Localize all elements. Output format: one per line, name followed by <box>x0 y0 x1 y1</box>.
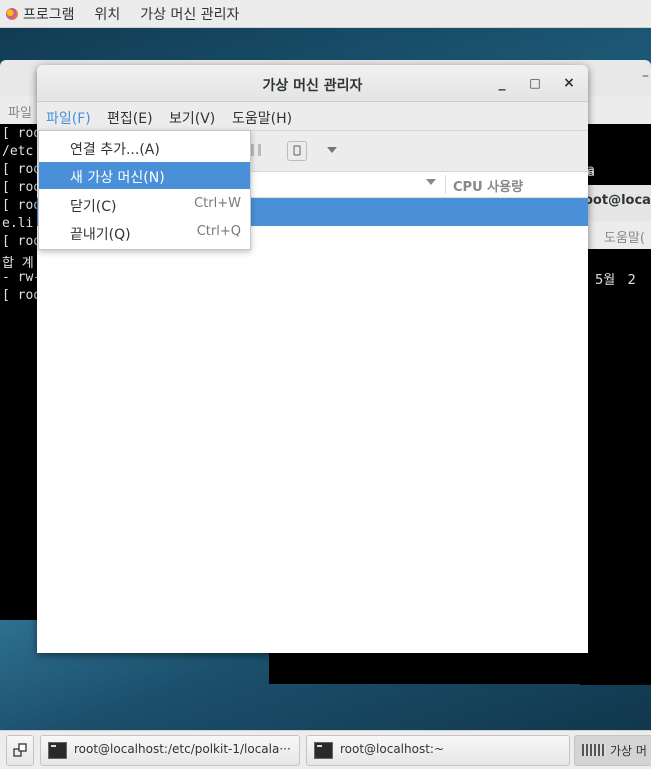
menu-item-label: 새 가상 머신(N) <box>70 170 165 186</box>
menu-item-label: 닫기(C) <box>70 199 117 215</box>
applications-icon <box>6 7 18 20</box>
taskbar-item-polkit-terminal[interactable]: root@localhost:/etc/polkit-1/locala··· <box>40 735 300 766</box>
menu-item-shortcut: Ctrl+Q <box>196 224 241 239</box>
menu-item-new-vm[interactable]: 새 가상 머신(N) <box>39 162 250 189</box>
rt-terminal-area[interactable]: 5월 2 <box>580 249 651 685</box>
applications-label: 프로그램 <box>23 6 75 23</box>
terminal-icon <box>314 742 333 759</box>
window-titlebar[interactable]: 가상 머신 관리자 _ □ × <box>37 65 588 102</box>
bg-minimize-icon[interactable]: – <box>642 68 649 84</box>
file-menu-dropdown: 연결 추가...(A) 새 가상 머신(N) 닫기(C) Ctrl+W 끝내기(… <box>38 130 251 250</box>
taskbar-item-home-terminal[interactable]: root@localhost:~ <box>306 735 570 766</box>
terminal-icon <box>48 742 67 759</box>
top-panel: 프로그램 위치 가상 머신 관리자 <box>0 0 651 28</box>
menu-item-shortcut: Ctrl+W <box>194 196 241 211</box>
show-desktop-icon <box>13 743 27 757</box>
menu-view[interactable]: 보기(V) <box>169 108 215 128</box>
menu-item-close[interactable]: 닫기(C) Ctrl+W <box>39 191 250 218</box>
terminal-line: [ roo <box>2 180 42 195</box>
sort-arrow-icon[interactable] <box>426 179 436 185</box>
rt-line-a-visible: a <box>587 163 595 178</box>
rt-title: oot@local <box>584 193 651 208</box>
terminal-line: [ roo <box>2 162 42 177</box>
second-terminal-window: a oot@local 도움말( 5월 2 <box>580 165 651 685</box>
rt-menubar: 도움말( <box>580 221 651 249</box>
terminal-line: [ roo <box>2 126 42 141</box>
terminal-line: /etc <box>2 144 34 159</box>
menubar: 파일(F) 편집(E) 보기(V) 도움말(H) <box>37 102 588 132</box>
taskbar: root@localhost:/etc/polkit-1/locala··· r… <box>0 730 651 769</box>
taskbar-item-label: 가상 머 <box>610 744 647 758</box>
menu-file[interactable]: 파일(F) <box>45 108 92 132</box>
menu-edit[interactable]: 편집(E) <box>107 108 153 128</box>
rt-line-date: 5월 2 <box>595 273 636 288</box>
menu-help[interactable]: 도움말(H) <box>232 108 292 128</box>
taskbar-item-label: root@localhost:~ <box>340 742 445 756</box>
shutdown-dropdown-icon[interactable] <box>327 147 337 153</box>
taskbar-item-virt-manager[interactable]: 가상 머 <box>574 735 651 766</box>
virt-manager-icon <box>582 744 606 756</box>
terminal-line: [ roo <box>2 288 42 303</box>
taskbar-item-label: root@localhost:/etc/polkit-1/locala··· <box>74 742 291 756</box>
menu-item-quit[interactable]: 끝내기(Q) Ctrl+Q <box>39 219 250 246</box>
cpu-usage-column[interactable]: CPU 사용량 <box>453 176 523 195</box>
menu-item-label: 끝내기(Q) <box>70 227 131 243</box>
close-icon[interactable]: × <box>560 74 578 92</box>
terminal-line: [ roo <box>2 198 42 213</box>
active-app-menu[interactable]: 가상 머신 관리자 <box>140 4 239 24</box>
minimize-icon[interactable]: _ <box>493 74 511 92</box>
show-desktop-button[interactable] <box>6 735 34 766</box>
menu-item-label: 연결 추가...(A) <box>70 142 160 158</box>
shutdown-button[interactable] <box>287 141 307 161</box>
terminal-line: 합 계 <box>2 256 34 271</box>
menu-item-add-connection[interactable]: 연결 추가...(A) <box>39 134 250 161</box>
places-menu[interactable]: 위치 <box>95 4 121 24</box>
maximize-icon[interactable]: □ <box>526 74 544 92</box>
rt-help-menu[interactable]: 도움말( <box>604 227 645 246</box>
terminal-line: [ roo <box>2 234 42 249</box>
applications-menu[interactable]: 프로그램 <box>6 4 75 24</box>
bg-file-menu[interactable]: 파일 <box>8 102 32 121</box>
terminal-line: e.li <box>2 216 34 231</box>
terminal-line: - rw- <box>2 270 42 285</box>
column-separator <box>445 175 446 194</box>
rt-titlebar[interactable]: oot@local <box>580 185 651 221</box>
